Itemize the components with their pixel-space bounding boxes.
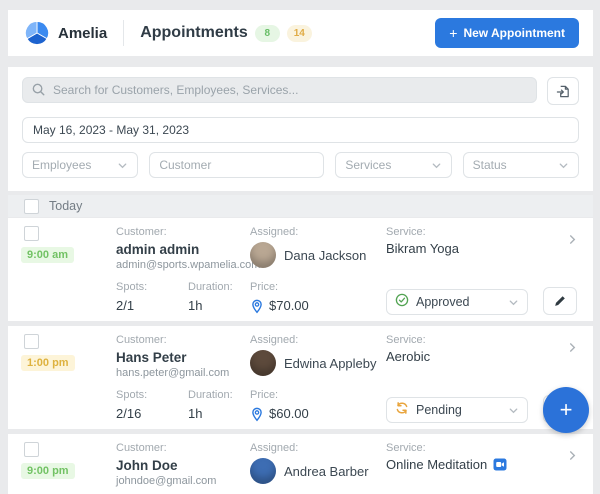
chevron-down-icon <box>508 297 519 308</box>
approved-count-badge: 8 <box>255 25 280 42</box>
customer-email: hans.peter@gmail.com <box>116 367 250 380</box>
customer-label: Customer: <box>116 334 250 347</box>
employee-avatar <box>250 242 276 268</box>
location-pin-icon <box>250 407 264 422</box>
duration-label: Duration: <box>188 281 250 294</box>
pending-count-badge: 14 <box>287 25 312 42</box>
customer-filter-input[interactable] <box>149 152 324 178</box>
price-value: $60.00 <box>269 405 309 423</box>
search-input[interactable] <box>22 77 537 103</box>
spots-value: 2/16 <box>116 405 188 423</box>
customer-name: admin admin <box>116 241 250 258</box>
export-button[interactable] <box>547 77 579 105</box>
services-filter-label: Services <box>345 158 391 172</box>
row-checkbox[interactable] <box>24 334 39 349</box>
employee-name: Dana Jackson <box>284 248 366 263</box>
top-bar: Amelia Appointments 8 14 + New Appointme… <box>8 10 593 56</box>
filters-card: Employees Services Status <box>8 67 593 191</box>
employee-avatar <box>250 458 276 484</box>
chevron-right-icon <box>567 342 578 353</box>
assigned-label: Assigned: <box>250 226 386 239</box>
service-name: Online Meditation <box>386 457 487 472</box>
employees-filter-label: Employees <box>32 158 91 172</box>
plus-icon: + <box>560 399 573 421</box>
customer-label: Customer: <box>116 226 250 239</box>
duration-value: 1h <box>188 405 250 423</box>
appointment-row: 9:00 am Customer: admin admin admin@spor… <box>8 218 593 321</box>
new-appointment-label: New Appointment <box>463 26 565 40</box>
group-label: Today <box>49 199 82 213</box>
add-appointment-fab[interactable]: + <box>543 387 589 433</box>
customer-email: johndoe@gmail.com <box>116 475 250 488</box>
chevron-right-icon <box>567 450 578 461</box>
amelia-logo-icon <box>24 20 50 46</box>
chevron-down-icon <box>508 405 519 416</box>
page-title: Appointments <box>140 24 248 42</box>
price-label: Price: <box>250 389 386 402</box>
chevron-down-icon <box>558 160 569 171</box>
pencil-icon <box>553 294 567 308</box>
status-filter-select[interactable]: Status <box>463 152 579 178</box>
today-group-bar: Today <box>8 195 593 217</box>
price-value: $70.00 <box>269 297 309 315</box>
edit-appointment-button[interactable] <box>543 287 577 315</box>
duration-label: Duration: <box>188 389 250 402</box>
appointment-row: 9:00 pm Customer: John Doe johndoe@gmail… <box>8 434 593 494</box>
duration-value: 1h <box>188 297 250 315</box>
spots-label: Spots: <box>116 389 188 402</box>
employee-name: Andrea Barber <box>284 464 369 479</box>
appointment-row: 1:00 pm Customer: Hans Peter hans.peter@… <box>8 326 593 429</box>
pending-status-icon <box>395 401 409 420</box>
new-appointment-button[interactable]: + New Appointment <box>435 18 579 48</box>
export-icon <box>556 84 571 99</box>
services-filter-select[interactable]: Services <box>335 152 451 178</box>
status-filter-label: Status <box>473 158 507 172</box>
row-checkbox[interactable] <box>24 442 39 457</box>
row-expand-chevron[interactable] <box>561 334 583 380</box>
page: Amelia Appointments 8 14 + New Appointme… <box>8 0 593 494</box>
appointments-list: 9:00 am Customer: admin admin admin@spor… <box>8 218 593 494</box>
chevron-down-icon <box>431 160 442 171</box>
chevron-down-icon <box>117 160 128 171</box>
time-badge: 9:00 pm <box>21 463 75 479</box>
time-badge: 9:00 am <box>21 247 74 263</box>
customer-email: admin@sports.wpamelia.com <box>116 259 250 272</box>
spots-label: Spots: <box>116 281 188 294</box>
plus-icon: + <box>449 25 457 41</box>
price-label: Price: <box>250 281 386 294</box>
customer-name: Hans Peter <box>116 349 250 366</box>
row-expand-chevron[interactable] <box>561 442 583 488</box>
online-service-icon <box>493 458 507 471</box>
row-checkbox[interactable] <box>24 226 39 241</box>
customer-name: John Doe <box>116 457 250 474</box>
service-label: Service: <box>386 226 561 239</box>
employees-filter-select[interactable]: Employees <box>22 152 138 178</box>
date-range-input[interactable] <box>22 117 579 143</box>
location-pin-icon <box>250 299 264 314</box>
row-expand-chevron[interactable] <box>561 226 583 272</box>
chevron-right-icon <box>567 234 578 245</box>
employee-name: Edwina Appleby <box>284 356 377 371</box>
select-all-checkbox[interactable] <box>24 199 39 214</box>
employee-avatar <box>250 350 276 376</box>
status-label: Pending <box>416 403 501 417</box>
service-label: Service: <box>386 334 561 347</box>
approved-status-icon <box>395 293 409 312</box>
status-select[interactable]: Pending <box>386 397 528 423</box>
brand-name: Amelia <box>58 25 107 42</box>
spots-value: 2/1 <box>116 297 188 315</box>
header-divider <box>123 20 124 46</box>
status-select[interactable]: Approved <box>386 289 528 315</box>
assigned-label: Assigned: <box>250 334 386 347</box>
service-name: Bikram Yoga <box>386 241 459 256</box>
status-label: Approved <box>416 295 501 309</box>
search-icon <box>31 82 46 97</box>
service-name: Aerobic <box>386 349 430 364</box>
time-badge: 1:00 pm <box>21 355 75 371</box>
